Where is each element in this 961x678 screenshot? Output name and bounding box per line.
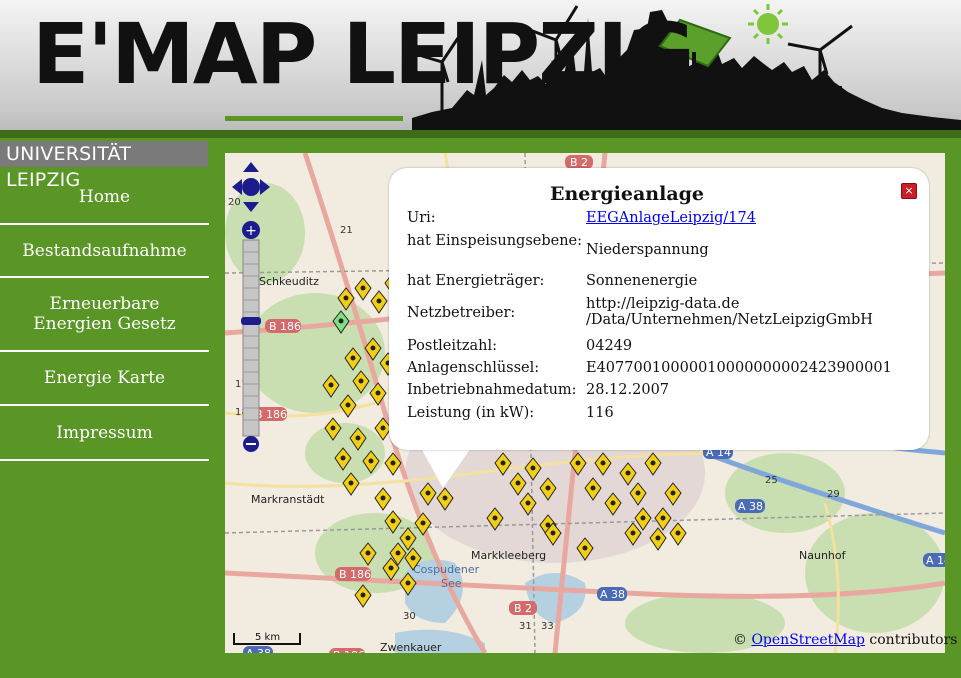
svg-text:A 38: A 38 (738, 500, 763, 513)
zoom-slider[interactable] (242, 239, 260, 437)
energy-marker (354, 277, 372, 301)
popup-label: Postleitzahl: (407, 338, 497, 354)
site-logo: E'MAP LEIPZIG (32, 5, 695, 103)
svg-text:29: 29 (827, 489, 840, 500)
svg-text:30: 30 (403, 611, 416, 622)
popup-label: Inbetriebnahmedatum: (407, 382, 577, 398)
place-label-markkleeberg: Markkleeberg (471, 549, 546, 562)
popup-row-einspeisungsebene: hat Einspeisungsebene: Niederspannung (407, 233, 917, 273)
logo-underline (225, 116, 403, 121)
openstreetmap-link[interactable]: OpenStreetMap (751, 632, 865, 648)
svg-text:B 186: B 186 (339, 568, 371, 581)
popup-label: hat Energieträger: (407, 273, 545, 289)
svg-text:25: 25 (765, 475, 778, 486)
scale-label: 5 km (255, 632, 280, 643)
svg-text:B 186: B 186 (269, 320, 301, 333)
header-divider (0, 130, 961, 138)
popup-label: Anlagenschlüssel: (407, 360, 540, 376)
nav-item-energie-karte[interactable]: Energie Karte (0, 352, 209, 406)
svg-text:21: 21 (340, 225, 353, 236)
popup-label: Leistung (in kW): (407, 405, 535, 421)
popup-row-uri: Uri: EEGAnlageLeipzig/174 (407, 210, 917, 230)
nav-item-eeg[interactable]: Erneuerbare Energien Gesetz (0, 278, 209, 352)
svg-text:A 14: A 14 (926, 554, 945, 567)
popup-tail (421, 448, 471, 488)
place-label-zwenkauer: Zwenkauer (380, 641, 442, 653)
svg-text:B 186: B 186 (333, 649, 365, 653)
popup-row-energietraeger: hat Energieträger: Sonnenenergie (407, 273, 917, 293)
popup-value: 28.12.2007 (586, 382, 670, 398)
svg-text:A 38: A 38 (600, 588, 625, 601)
popup-label: Netzbetreiber: (407, 305, 516, 321)
nav-item-impressum[interactable]: Impressum (0, 406, 209, 461)
popup-row-netzbetreiber: Netzbetreiber: http://leipzig-data.de /D… (407, 296, 917, 336)
popup-value: Sonnenenergie (586, 273, 698, 289)
feature-popup: Energieanlage × Uri: EEGAnlageLeipzig/17… (389, 168, 929, 450)
popup-value: Niederspannung (586, 242, 709, 258)
svg-text:B 2: B 2 (514, 602, 532, 615)
svg-text:Cospudener: Cospudener (413, 563, 480, 576)
energy-marker (370, 290, 388, 314)
svg-text:A 38: A 38 (246, 647, 271, 653)
university-label: UNIVERSITÄT LEIPZIG (0, 141, 208, 191)
place-label-naunhof: Naunhof (799, 549, 847, 562)
zoom-slider-handle[interactable] (241, 317, 261, 325)
attribution-prefix: © (733, 632, 747, 648)
popup-label: hat Einspeisungsebene: (407, 233, 583, 249)
popup-value: http://leipzig-data.de /Data/Unternehmen… (586, 296, 873, 328)
main-navigation: Home Bestandsaufnahme Erneuerbare Energi… (0, 170, 209, 461)
scale-bar: 5 km (233, 632, 301, 645)
svg-text:+: + (245, 223, 257, 239)
map-attribution: © OpenStreetMap contributors (733, 632, 957, 648)
popup-value: 04249 (586, 338, 633, 354)
svg-text:33: 33 (541, 621, 554, 632)
zoom-control: + (232, 162, 270, 452)
nav-item-home[interactable]: Home (0, 170, 209, 225)
popup-row-leistung: Leistung (in kW): 116 (407, 405, 917, 425)
popup-value: E40770010000010000000002423900001 (586, 360, 892, 376)
svg-text:See: See (441, 577, 462, 590)
popup-value: 116 (586, 405, 614, 421)
close-icon[interactable]: × (901, 183, 917, 199)
place-label-markranstaedt: Markranstädt (251, 493, 325, 506)
popup-row-inbetriebnahmedatum: Inbetriebnahmedatum: 28.12.2007 (407, 382, 917, 402)
nav-item-bestandsaufnahme[interactable]: Bestandsaufnahme (0, 225, 209, 278)
popup-title: Energieanlage (549, 183, 704, 205)
attribution-suffix: contributors (869, 632, 958, 648)
pan-control[interactable] (232, 162, 270, 212)
popup-label: Uri: (407, 210, 436, 226)
energy-marker (374, 487, 392, 511)
uri-link[interactable]: EEGAnlageLeipzig/174 (586, 210, 756, 226)
popup-row-anlagenschluessel: Anlagenschlüssel: E407700100000100000000… (407, 360, 917, 380)
svg-text:31: 31 (519, 621, 532, 632)
popup-row-postleitzahl: Postleitzahl: 04249 (407, 338, 917, 358)
site-header: E'MAP LEIPZIG (0, 0, 961, 137)
